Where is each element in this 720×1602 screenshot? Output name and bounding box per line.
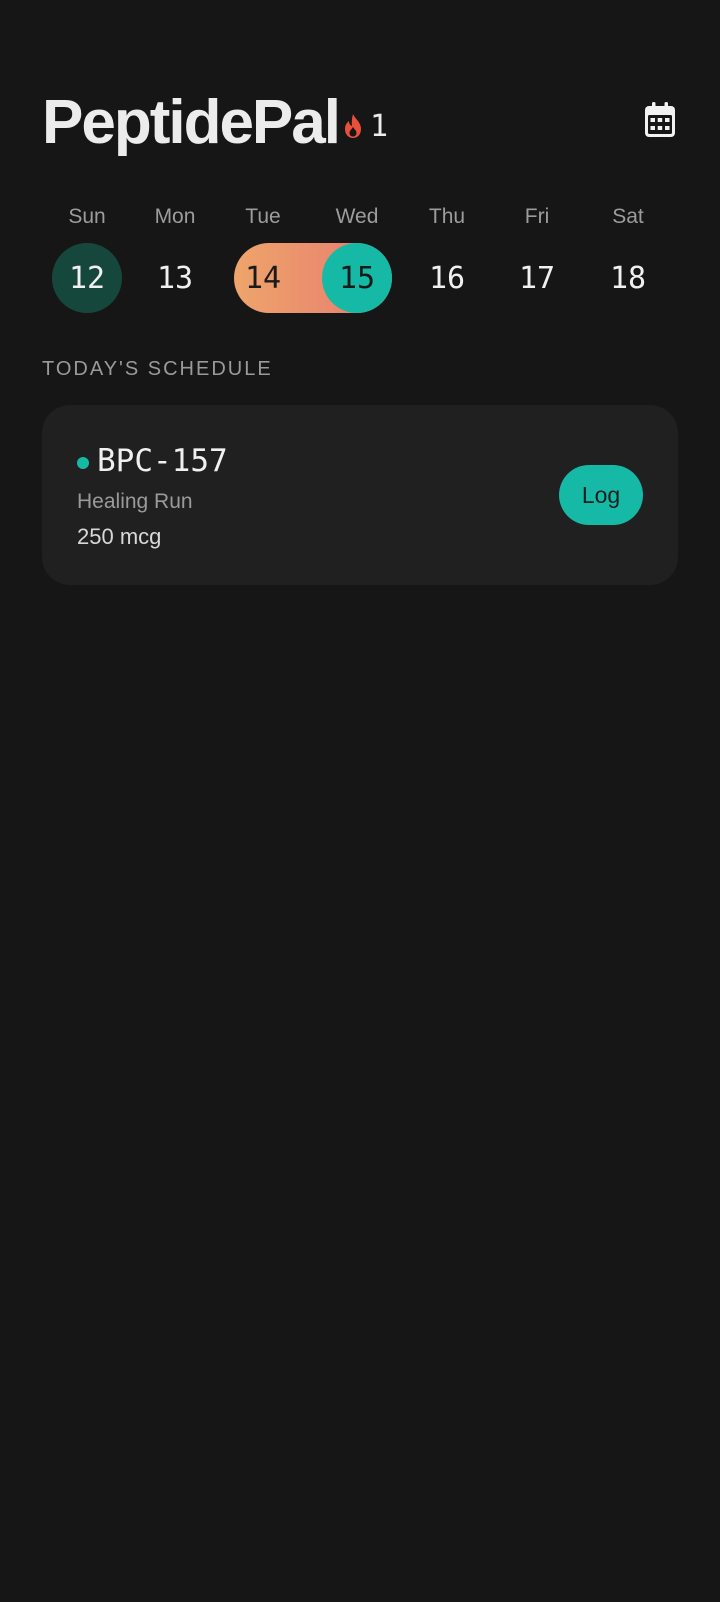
schedule-card[interactable]: BPC-157 Healing Run 250 mcg Log	[42, 405, 678, 585]
day-name: Tue	[245, 205, 281, 228]
day-name: Wed	[335, 205, 379, 228]
section-label: TODAY'S SCHEDULE	[42, 358, 273, 380]
day-name: Sun	[68, 205, 106, 228]
protocol-name: Healing Run	[77, 490, 193, 513]
day-mon[interactable]: Mon 13	[140, 205, 210, 315]
day-sat[interactable]: Sat 18	[593, 205, 663, 315]
day-name: Mon	[154, 205, 196, 228]
calendar-icon	[644, 101, 676, 143]
peptide-name: BPC-157	[97, 443, 228, 479]
day-sun[interactable]: Sun 12	[52, 205, 122, 315]
app-screen: PeptidePal 1 Sun 12 Mon 13 Tue 14 Wed 15…	[0, 0, 720, 1602]
app-title: PeptidePal	[42, 88, 341, 157]
day-name: Fri	[524, 205, 550, 228]
dose-amount: 250 mcg	[77, 524, 162, 549]
day-number: 18	[609, 260, 647, 296]
day-tue[interactable]: Tue 14	[228, 205, 298, 315]
log-button[interactable]: Log	[559, 465, 643, 525]
day-thu[interactable]: Thu 16	[412, 205, 482, 315]
day-number: 15	[338, 260, 376, 296]
header: PeptidePal 1	[42, 88, 678, 162]
day-wed[interactable]: Wed 15	[322, 205, 392, 315]
flame-icon	[342, 113, 364, 139]
day-fri[interactable]: Fri 17	[502, 205, 572, 315]
status-dot	[77, 457, 89, 469]
week-strip: Sun 12 Mon 13 Tue 14 Wed 15 Thu 16 Fri 1…	[42, 205, 678, 315]
streak-indicator[interactable]: 1	[342, 108, 388, 144]
calendar-button[interactable]	[642, 101, 678, 143]
day-number: 12	[68, 260, 106, 296]
day-number: 16	[428, 260, 466, 296]
day-number: 13	[156, 260, 194, 296]
day-number: 17	[518, 260, 556, 296]
day-name: Sat	[612, 205, 644, 228]
day-name: Thu	[428, 205, 466, 228]
day-number: 14	[244, 260, 282, 296]
streak-count: 1	[370, 108, 389, 144]
